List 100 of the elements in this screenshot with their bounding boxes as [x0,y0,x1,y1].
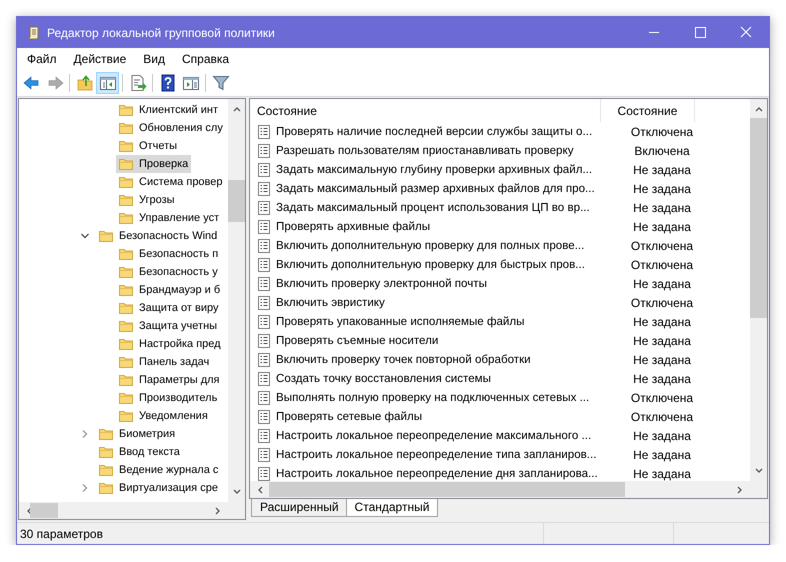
folder-icon [118,246,134,262]
scrollbar-thumb[interactable] [30,503,58,518]
setting-name: Проверять упакованные исполняемые файлы [276,315,526,328]
setting-row[interactable]: Задать максимальный процент использования ЦП во вр... Не задана [250,198,750,217]
column-header[interactable]: Состояние [250,99,601,122]
setting-icon [257,428,271,444]
tree-item[interactable]: Параметры для [116,371,222,389]
setting-name: Включить дополнительную проверку для полных прове... [276,239,586,252]
setting-row[interactable]: Настроить локальное переопределение максимального ... Не задана [250,426,750,445]
setting-row[interactable]: Проверять упакованные исполняемые файлы Не задана [250,312,750,331]
tree-item[interactable]: Ввод текста [96,443,183,461]
setting-row[interactable]: Проверять сетевые файлы Отключена [250,407,750,426]
setting-row[interactable]: Выполнять полную проверку на подключенных сетевых ... Отключена [250,388,750,407]
setting-icon [257,200,271,216]
setting-row[interactable]: Включить проверку точек повторной обработки Не задана [250,350,750,369]
tree-item[interactable]: Отчеты [116,137,180,155]
folder-icon [118,354,134,370]
view-tab[interactable]: Расширенный [251,499,348,517]
setting-row[interactable]: Включить эвристику Отключена [250,293,750,312]
view-tab[interactable]: Стандартный [346,499,438,517]
export-list-icon [128,74,146,92]
chevron-down-icon[interactable] [80,231,90,241]
setting-icon [257,238,271,254]
setting-state: Не задана [632,182,692,196]
setting-name: Включить дополнительную проверку для быстрых пров... [276,258,586,271]
setting-row[interactable]: Проверять наличие последней версии службы защиты о... Отключена [250,122,750,141]
setting-row[interactable]: Включить дополнительную проверку для быстрых пров... Отключена [250,255,750,274]
tree-pane-icon [98,74,116,92]
vertical-scrollbar[interactable] [750,99,767,481]
setting-name: Проверять съемные носители [276,334,440,347]
setting-row[interactable]: Задать максимальный размер архивных файлов для про... Не задана [250,179,750,198]
setting-icon [257,276,271,292]
setting-name: Создать точку восстановления системы [276,372,492,385]
setting-state: Не задана [632,448,692,462]
setting-row[interactable]: Включить дополнительную проверку для полных прове... Отключена [250,236,750,255]
menu-item[interactable]: Действие [66,52,134,66]
setting-name: Настроить локальное переопределение типа запланиров... [276,448,598,461]
menu-item[interactable]: Вид [136,52,172,66]
vertical-scrollbar[interactable] [228,99,245,502]
tree-item[interactable]: Настройка пред [116,335,224,353]
setting-row[interactable]: Настроить локальное переопределение дня запланирова... Не задана [250,464,750,481]
setting-row[interactable]: Включить проверку электронной почты Не задана [250,274,750,293]
folder-icon [118,318,134,334]
setting-row[interactable]: Создать точку восстановления системы Не задана [250,369,750,388]
setting-row[interactable]: Задать максимальную глубину проверки архивных файл... Не задана [250,160,750,179]
scrollbar-thumb[interactable] [269,482,625,497]
folder-icon [118,390,134,406]
column-header[interactable]: Состояние [601,99,695,122]
folder-icon [118,174,134,190]
tree-item[interactable]: Безопасность у [116,263,221,281]
filter-icon [212,74,230,92]
tree-item[interactable]: Защита учетны [116,317,220,335]
setting-row[interactable]: Проверять съемные носители Не задана [250,331,750,350]
scrollbar-thumb[interactable] [228,180,245,222]
setting-icon [257,162,271,178]
tree-item[interactable]: Безопасность Wind [96,227,220,245]
horizontal-scrollbar[interactable] [250,481,750,498]
setting-name: Проверять наличие последней версии службы защиты о... [276,125,594,138]
folder-icon [118,210,134,226]
tree-item[interactable]: Управление уст [116,209,222,227]
tree-item[interactable]: Панель задач [116,353,212,371]
horizontal-scrollbar[interactable] [19,502,228,519]
folder-icon [118,408,134,424]
setting-icon [257,314,271,330]
menu-item[interactable]: Справка [175,52,236,66]
setting-row[interactable]: Проверять архивные файлы Не задана [250,217,750,236]
setting-icon [257,370,271,386]
toolbar-button[interactable] [96,72,119,94]
setting-name: Задать максимальный размер архивных файлов для про... [276,182,596,195]
setting-icon [257,408,271,424]
tree-item[interactable]: Обновления слу [116,119,226,137]
setting-state: Не задана [632,428,692,442]
setting-row[interactable]: Разрешать пользователям приостанавливать проверку Включена [250,141,750,160]
folder-icon [98,462,114,478]
tree-item[interactable]: Клиентский инт [116,101,221,119]
scrollbar-thumb[interactable] [750,118,767,318]
tree-item[interactable]: Ведение журнала с [96,461,222,479]
status-text: 30 параметров [19,526,104,540]
setting-row[interactable]: Настроить локальное переопределение типа запланиров... Не задана [250,445,750,464]
chevron-right-icon[interactable] [80,483,90,493]
setting-state: Не задана [632,466,692,480]
tree-item[interactable]: Биометрия [96,425,178,443]
folder-up-icon [76,74,94,92]
tree-item[interactable]: Производитель [116,389,220,407]
tree-item[interactable]: Безопасность п [116,245,222,263]
tree-item[interactable]: Защита от виру [116,299,222,317]
tree-item[interactable]: Брандмауэр и б [116,281,224,299]
setting-state: Отключена [630,390,694,404]
tree-item[interactable]: Виртуализация сре [96,479,221,497]
folder-icon [98,444,114,460]
setting-icon [257,466,271,481]
tree-item[interactable]: Уведомления [116,407,211,425]
menu-item[interactable]: Файл [20,52,64,66]
tree-item[interactable]: Угрозы [116,191,178,209]
tree-item[interactable]: Система провер [116,173,226,191]
tree-item[interactable]: Проверка [116,155,192,173]
chevron-right-icon[interactable] [80,429,90,439]
window-title: Редактор локальной групповой политики [47,26,276,40]
back-arrow-icon [22,74,40,92]
setting-state: Не задана [632,334,692,348]
